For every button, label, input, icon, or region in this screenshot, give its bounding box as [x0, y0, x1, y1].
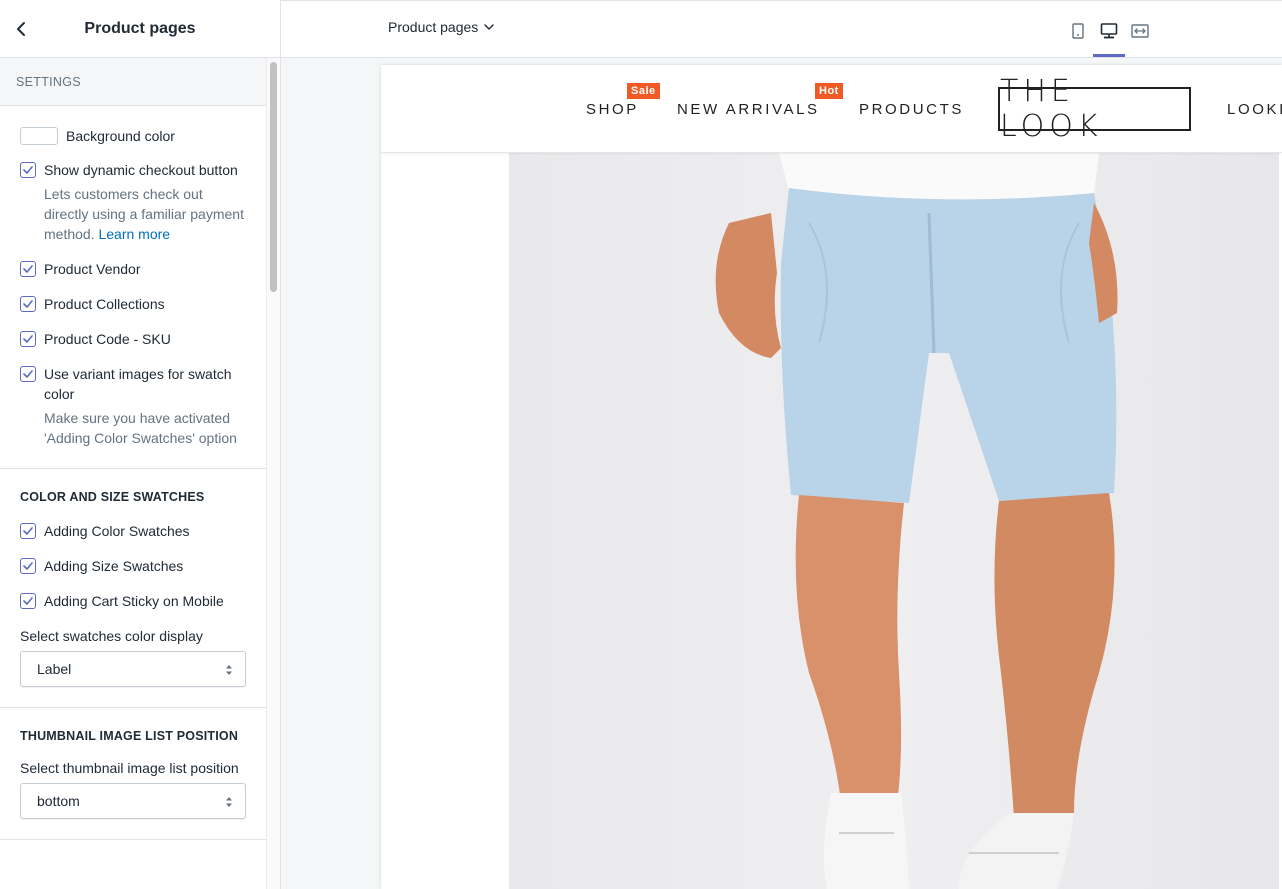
fullscreen-view-icon	[1131, 24, 1149, 38]
thumbnail-section: THUMBNAIL IMAGE LIST POSITION Select thu…	[0, 708, 266, 840]
checkbox-size-swatches[interactable]	[20, 558, 36, 574]
checkmark-icon	[23, 562, 33, 570]
select-arrows-icon	[226, 797, 232, 807]
nav-link-shop[interactable]: SHOP	[586, 101, 639, 118]
checkbox-cart-sticky[interactable]	[20, 593, 36, 609]
page-type-label: Product pages	[388, 19, 479, 35]
scrollbar-thumb[interactable]	[270, 62, 277, 292]
store-logo[interactable]: THE LOOK	[998, 74, 1191, 144]
checkbox-row-product-collections[interactable]: Product Collections	[20, 294, 246, 314]
select-value: bottom	[37, 793, 80, 809]
checkbox-label: Adding Color Swatches	[44, 523, 190, 539]
thumbnail-position-select[interactable]: bottom	[20, 783, 246, 819]
back-button[interactable]	[8, 14, 34, 44]
background-color-setting: Background color	[20, 127, 246, 145]
swatches-display-select[interactable]: Label	[20, 651, 246, 687]
checkmark-icon	[23, 597, 33, 605]
sidebar-title: Product pages	[84, 19, 196, 37]
checkbox-label: Adding Size Swatches	[44, 558, 184, 574]
nav-link-products[interactable]: PRODUCTS	[859, 101, 964, 118]
checkmark-icon	[23, 527, 33, 535]
nav-link-new-arrivals[interactable]: NEW ARRIVALS	[677, 101, 820, 118]
checkbox-color-swatches[interactable]	[20, 523, 36, 539]
checkbox-label: Adding Cart Sticky on Mobile	[44, 593, 224, 609]
settings-header: SETTINGS	[0, 58, 266, 106]
checkbox-row-product-sku[interactable]: Product Code - SKU	[20, 329, 246, 349]
checkmark-icon	[23, 166, 33, 174]
checkmark-icon	[23, 265, 33, 273]
checkbox-row-variant-images[interactable]: Use variant images for swatch color	[20, 364, 246, 404]
sidebar-header: Product pages	[0, 0, 280, 58]
checkbox-row-dynamic-checkout[interactable]: Show dynamic checkout button	[20, 160, 246, 180]
background-color-swatch[interactable]	[20, 127, 58, 145]
swatches-section: COLOR AND SIZE SWATCHES Adding Color Swa…	[0, 469, 266, 708]
mobile-view-icon	[1072, 23, 1084, 39]
checkbox-label: Product Collections	[44, 296, 165, 312]
section-title: THUMBNAIL IMAGE LIST POSITION	[20, 729, 239, 743]
fullscreen-view-button[interactable]	[1126, 17, 1154, 45]
nav-badge-sale: Sale	[627, 83, 660, 99]
learn-more-link[interactable]: Learn more	[98, 226, 170, 242]
mobile-view-button[interactable]	[1064, 17, 1092, 45]
nav-badge-hot: Hot	[815, 83, 843, 99]
checkbox-product-vendor[interactable]	[20, 261, 36, 277]
chevron-down-icon	[484, 24, 495, 30]
checkbox-label: Product Code - SKU	[44, 331, 171, 347]
active-view-indicator	[1093, 54, 1125, 57]
section-title: COLOR AND SIZE SWATCHES	[20, 490, 205, 504]
checkbox-label: Show dynamic checkout button	[44, 162, 238, 178]
theme-editor-sidebar: Product pages SETTINGS Background color …	[0, 0, 281, 889]
checkbox-row-color-swatches[interactable]: Adding Color Swatches	[20, 521, 246, 541]
checkbox-variant-images[interactable]	[20, 366, 36, 382]
sidebar-scroll-area[interactable]: SETTINGS Background color Show dynamic c…	[0, 58, 266, 889]
checkbox-dynamic-checkout[interactable]	[20, 162, 36, 178]
help-text: Lets customers check out directly using …	[44, 184, 246, 244]
background-color-label: Background color	[66, 128, 175, 144]
checkbox-product-sku[interactable]	[20, 331, 36, 347]
settings-section: Background color Show dynamic checkout b…	[0, 127, 266, 469]
checkbox-row-cart-sticky[interactable]: Adding Cart Sticky on Mobile	[20, 591, 246, 611]
checkbox-row-size-swatches[interactable]: Adding Size Swatches	[20, 556, 246, 576]
checkmark-icon	[23, 335, 33, 343]
select-value: Label	[37, 661, 72, 677]
nav-link-lookbook[interactable]: LOOKI	[1227, 101, 1282, 118]
editor-toolbar: Product pages	[281, 0, 1282, 58]
checkmark-icon	[23, 300, 33, 308]
chevron-left-icon	[17, 22, 25, 36]
product-image[interactable]	[509, 153, 1279, 889]
thumbnail-position-label: Select thumbnail image list position	[20, 760, 239, 776]
product-photo-shorts	[715, 153, 1118, 889]
sidebar-scrollbar[interactable]	[266, 58, 280, 889]
desktop-view-icon	[1100, 23, 1118, 39]
checkmark-icon	[23, 370, 33, 378]
store-navigation: Sale SHOP Hot NEW ARRIVALS PRODUCTS THE …	[381, 65, 1282, 153]
help-text: Make sure you have activated 'Adding Col…	[44, 410, 237, 446]
select-arrows-icon	[226, 665, 232, 675]
page-type-selector[interactable]: Product pages	[388, 19, 495, 35]
desktop-view-button[interactable]	[1095, 17, 1123, 45]
store-preview[interactable]: Sale SHOP Hot NEW ARRIVALS PRODUCTS THE …	[381, 65, 1282, 889]
checkbox-row-product-vendor[interactable]: Product Vendor	[20, 259, 246, 279]
swatches-display-label: Select swatches color display	[20, 628, 203, 644]
checkbox-label: Product Vendor	[44, 261, 141, 277]
checkbox-product-collections[interactable]	[20, 296, 36, 312]
checkbox-label: Use variant images for swatch color	[44, 366, 232, 402]
